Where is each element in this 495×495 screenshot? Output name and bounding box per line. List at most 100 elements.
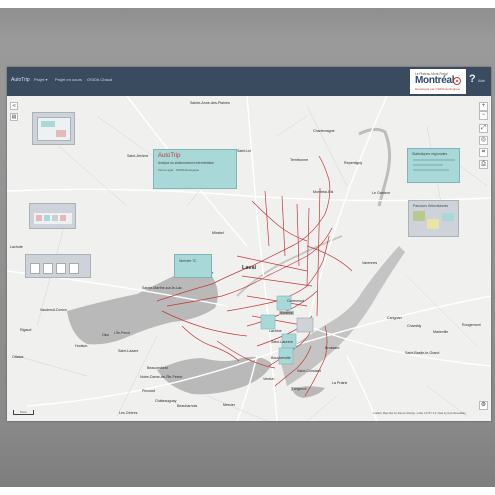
place-label: Saint-Laurent	[271, 340, 293, 344]
place-label: Terrebonne	[290, 158, 309, 162]
stats-bar	[413, 169, 449, 171]
filter-chip[interactable]	[36, 215, 42, 221]
filter-chip[interactable]	[60, 215, 66, 221]
place-label: Les Cèdres	[119, 411, 138, 415]
option-button[interactable]	[30, 263, 40, 274]
legend-panel[interactable]: Parcours Sélectionnés	[408, 200, 459, 237]
place-label: Le Gardeur	[372, 191, 391, 195]
lac-des-deux-montagnes	[67, 269, 218, 345]
options-panel[interactable]	[25, 254, 91, 278]
logo-wordmark: Montréal	[415, 75, 455, 86]
place-label: Chambly	[407, 324, 422, 328]
locate-icon[interactable]: ◎	[479, 136, 488, 145]
app-window: AutoTrip Projet ▾ Projet en cours OSIDA …	[7, 67, 491, 421]
route-info-panel[interactable]: Itinéraire TC	[174, 254, 212, 278]
map-scale: 5 km	[13, 410, 34, 415]
place-label: Charlemagne	[313, 129, 335, 133]
cluster-marker[interactable]	[260, 314, 276, 330]
place-label: L'Île-Perrot	[113, 331, 132, 335]
place-label: Saint-Lin	[237, 149, 252, 153]
map-view[interactable]: Sainte-Anne-des-Plaines Charlemagne Lava…	[7, 96, 491, 421]
option-button[interactable]	[69, 263, 79, 274]
place-label: Rougemont	[462, 323, 481, 327]
place-label: La Prairie	[332, 381, 348, 385]
layers-icon[interactable]: ▤	[10, 113, 18, 121]
place-label: Carignan	[387, 316, 402, 320]
place-label: Saint-Basile-le-Grand	[405, 351, 440, 355]
filter-chip[interactable]	[52, 215, 58, 221]
measure-icon[interactable]: ⌗	[479, 148, 488, 157]
thumbnail-panel[interactable]	[32, 112, 75, 145]
thumbnail-box	[41, 121, 55, 127]
place-label: Brossard	[325, 346, 340, 350]
montreal-seal-icon	[453, 77, 461, 85]
montreal-logo[interactable]: Le Plateau-Mont-Royal Montréal Développé…	[410, 69, 466, 94]
place-label: Vaudreuil-Dorion	[40, 308, 67, 312]
place-label: Verdun	[263, 377, 275, 381]
help-label[interactable]: Aide	[478, 79, 485, 83]
filter-content	[34, 213, 72, 224]
place-label: Saint-Jérôme	[127, 154, 149, 158]
print-icon[interactable]: ⎙	[479, 160, 488, 169]
logo-tagline: Développé par OSIDA Écologique	[415, 87, 461, 91]
cluster-marker[interactable]	[296, 317, 314, 333]
place-label: Oka	[102, 333, 109, 337]
thumbnail-box	[56, 130, 66, 137]
settings-icon[interactable]: ⚙	[479, 401, 488, 410]
place-label: Boucherville	[271, 356, 291, 360]
app-brand[interactable]: AutoTrip	[11, 77, 30, 83]
nav-item-projet[interactable]: Projet ▾	[34, 77, 48, 82]
legend-title: Parcours Sélectionnés	[413, 204, 449, 208]
place-label: Pincourt	[142, 389, 156, 393]
place-label: Châteauguay	[155, 399, 177, 403]
project-info-panel[interactable]: AutoTrip Analyse du stationnement interm…	[153, 149, 237, 189]
place-label: Montréal	[279, 311, 294, 315]
help-icon[interactable]: ?	[469, 73, 476, 85]
map-attribution[interactable]: Leaflet | Map tiles by Stamen Design, un…	[373, 412, 466, 415]
place-label: Repentigny	[344, 161, 363, 165]
place-label: Notre-Dame-de-l'Île-Perrot	[140, 375, 183, 379]
place-label: Saint-Constant	[297, 369, 321, 373]
route-box-label: Itinéraire TC	[179, 259, 197, 263]
project-subtitle: Analyse du stationnement intermédiaire	[158, 161, 214, 165]
thumbnail-map	[37, 117, 71, 141]
zoom-in-button[interactable]: +	[479, 102, 488, 111]
place-label: Longueuil	[291, 387, 308, 391]
place-label: Sainte-Anne-des-Plaines	[190, 101, 230, 105]
stats-bar	[413, 159, 455, 161]
option-button[interactable]	[56, 263, 66, 274]
legend-swatch	[427, 219, 439, 229]
place-label: Beaconsfield	[147, 366, 168, 370]
option-button[interactable]	[43, 263, 53, 274]
nav-item-projet-en-cours[interactable]: Projet en cours	[55, 77, 82, 82]
fullscreen-icon[interactable]: ⤢	[479, 124, 488, 133]
stats-bar	[413, 164, 443, 166]
place-label: Lachine	[269, 329, 282, 333]
project-title: AutoTrip	[158, 153, 181, 159]
place-label: Beauharnois	[177, 404, 198, 408]
place-label: Varennes	[362, 261, 378, 265]
stats-title: Statistiques régionales	[412, 152, 448, 156]
place-label: Mercier	[223, 403, 235, 407]
place-label: Ottawa	[12, 355, 24, 359]
place-label: Montréal-Est	[313, 190, 334, 194]
share-icon[interactable]: ⋖	[10, 102, 18, 110]
legend-swatch	[442, 213, 454, 221]
place-label: Outremont	[287, 299, 304, 303]
place-label: Sainte-Marthe-sur-le-Lac	[142, 286, 182, 290]
place-label: Saint-Lazare	[118, 349, 139, 353]
filter-chip[interactable]	[44, 215, 50, 221]
place-label: Lachute	[10, 245, 23, 249]
top-navbar: AutoTrip Projet ▾ Projet en cours OSIDA …	[7, 67, 491, 96]
place-label: Rigaud	[20, 328, 32, 332]
filter-panel[interactable]	[29, 203, 76, 229]
place-label: Laval	[242, 265, 257, 271]
nav-item-osida[interactable]: OSIDA Chaud	[87, 77, 112, 82]
stats-panel[interactable]: Statistiques régionales	[407, 148, 460, 183]
legend-swatch	[413, 211, 425, 221]
place-label: Marieville	[433, 330, 449, 334]
place-label: Hudson	[75, 344, 88, 348]
zoom-out-button[interactable]: −	[479, 111, 488, 120]
project-meta: Pierre Legar · OSIDA Écologique	[158, 168, 200, 172]
place-label: Mirabel	[212, 231, 224, 235]
